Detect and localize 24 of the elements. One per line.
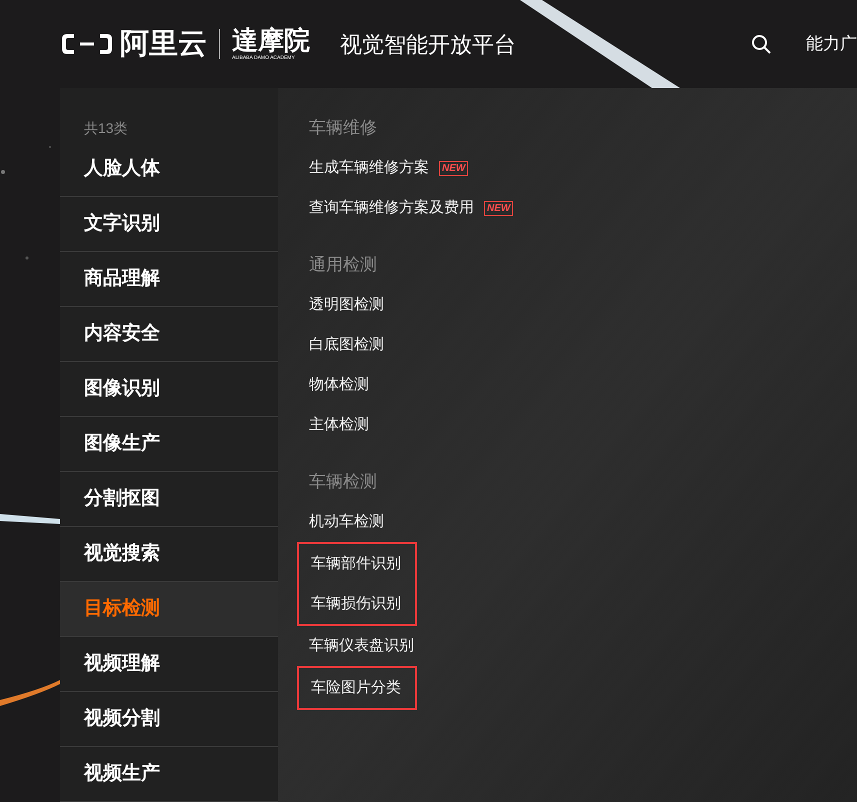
menu-link[interactable]: 物体检测 (309, 374, 369, 396)
new-badge: NEW (484, 200, 514, 216)
menu-link[interactable]: 主体检测 (309, 414, 369, 436)
section-heading: 车辆维修 (309, 117, 378, 140)
menu-link[interactable]: 透明图检测 (309, 294, 384, 316)
logo-icon (60, 31, 114, 57)
section-heading: 通用检测 (309, 254, 378, 276)
menu-link[interactable]: 查询车辆维修方案及费用 (309, 196, 474, 220)
menu-link[interactable]: 车辆损伤识别 (311, 592, 401, 616)
menu-link[interactable]: 机动车检测 (309, 510, 384, 534)
search-icon[interactable] (751, 34, 771, 54)
platform-title: 视觉智能开放平台 (340, 30, 516, 58)
menu-link[interactable]: 车险图片分类 (311, 676, 401, 700)
new-badge: NEW (439, 160, 468, 176)
menu-link[interactable]: 车辆仪表盘识别 (309, 634, 414, 658)
category-count: 共13类 (83, 119, 129, 138)
menu-link[interactable]: 白底图检测 (309, 334, 384, 356)
academy-name: 達摩院 (232, 28, 310, 54)
section-heading: 车辆检测 (309, 471, 378, 494)
menu-link[interactable]: 车辆部件识别 (311, 552, 401, 576)
nav-link[interactable]: 能力广 (806, 31, 857, 57)
category-item[interactable]: 目标检测 (60, 582, 278, 637)
logo-text: 阿里云 (120, 30, 207, 58)
menu-link[interactable]: 生成车辆维修方案 (309, 156, 429, 180)
